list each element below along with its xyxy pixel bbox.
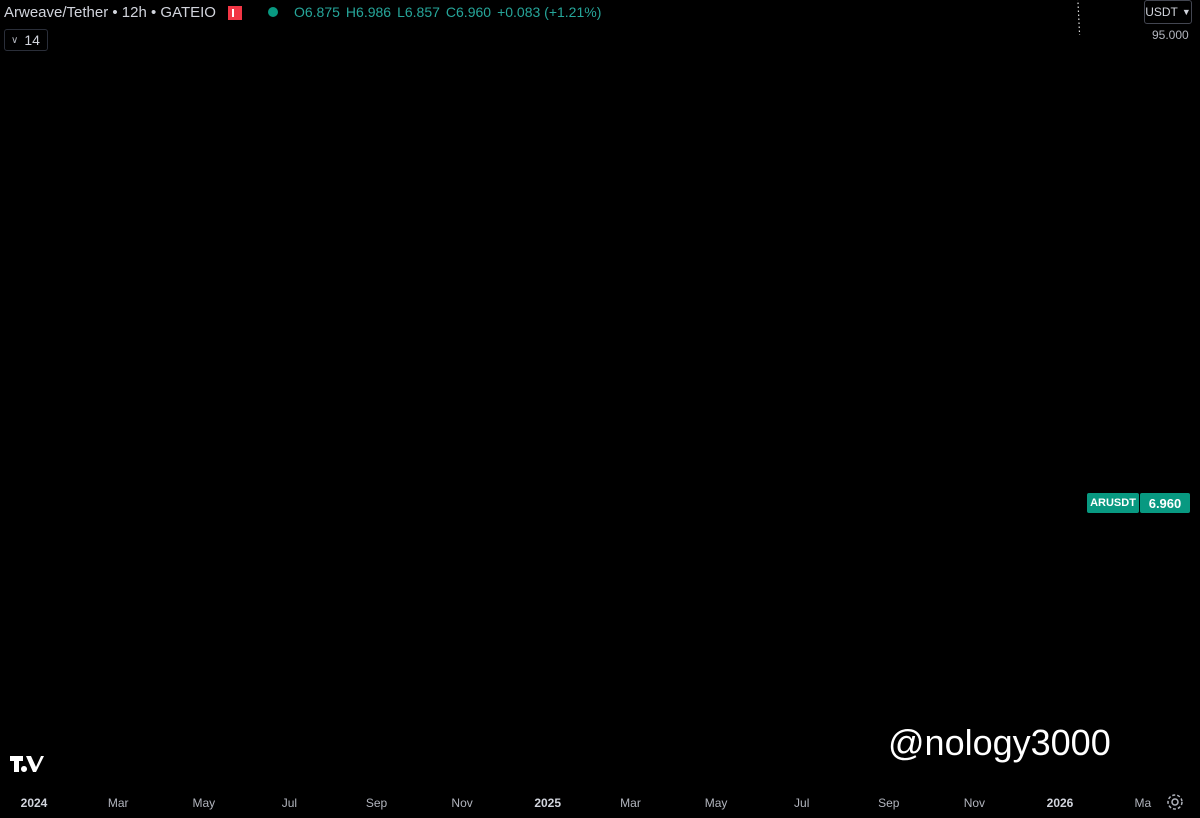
x-axis-tick-label: May <box>192 796 216 810</box>
change-value: +0.083 (+1.21%) <box>497 4 602 20</box>
chevron-down-icon: ∨ <box>11 34 19 46</box>
price-chart[interactable] <box>0 0 1200 818</box>
indicator-toggle[interactable]: ∨ 14 <box>4 29 48 51</box>
gear-icon[interactable] <box>1166 793 1184 811</box>
x-axis-tick-label: Mar <box>107 796 129 810</box>
x-axis-tick-label: Sep <box>878 796 900 810</box>
x-axis-tick-label: Jul <box>281 796 298 810</box>
x-axis-tick-label: Nov <box>963 796 986 810</box>
symbol-title[interactable]: Arweave/Tether • 12h • GATEIO <box>4 4 216 21</box>
x-axis-tick-label: Jul <box>794 796 810 810</box>
x-axis-tick-label: 2024 <box>20 796 48 810</box>
x-axis-tick-label: Nov <box>451 796 473 810</box>
flag-icon[interactable] <box>227 6 242 20</box>
symbol-price-tag: ARUSDT <box>1087 493 1139 513</box>
chart-area[interactable]: i(5)(3)4)BAC(B)(A)(1)(2)2134ABC5(C)ii(1)… <box>0 0 1200 818</box>
currency-label: USDT <box>1145 5 1178 19</box>
tradingview-logo-icon[interactable] <box>10 756 44 777</box>
low-value: L6.857 <box>397 4 440 20</box>
currency-button[interactable]: USDT ▼ <box>1144 0 1192 24</box>
ohlc-readout: O6.875 H6.986 L6.857 C6.960 +0.083 (+1.21%) <box>294 4 607 20</box>
market-status-icon <box>267 7 278 17</box>
high-value: H6.986 <box>345 4 392 20</box>
x-axis-tick-label: Mar <box>620 796 641 810</box>
indicator-count: 14 <box>24 32 40 48</box>
x-axis-tick-label: Ma <box>1134 796 1152 810</box>
close-value: C6.960 <box>445 4 492 20</box>
chevron-down-icon: ▼ <box>1181 7 1191 17</box>
x-axis-tick-label: Sep <box>365 796 388 810</box>
projection-path[interactable] <box>865 0 1081 36</box>
open-value: O6.875 <box>293 4 340 20</box>
last-price-tag: 6.960 <box>1140 493 1190 513</box>
author-watermark: @nology3000 <box>888 722 1111 763</box>
y-axis-tick-label: 95.000 <box>1152 28 1189 42</box>
x-axis-tick-label: 2025 <box>534 796 562 810</box>
x-axis-tick-label: May <box>704 796 728 810</box>
chart-header: Arweave/Tether • 12h • GATEIO O6.875 H6.9… <box>0 0 607 24</box>
x-axis-tick-label: 2026 <box>1046 796 1074 810</box>
